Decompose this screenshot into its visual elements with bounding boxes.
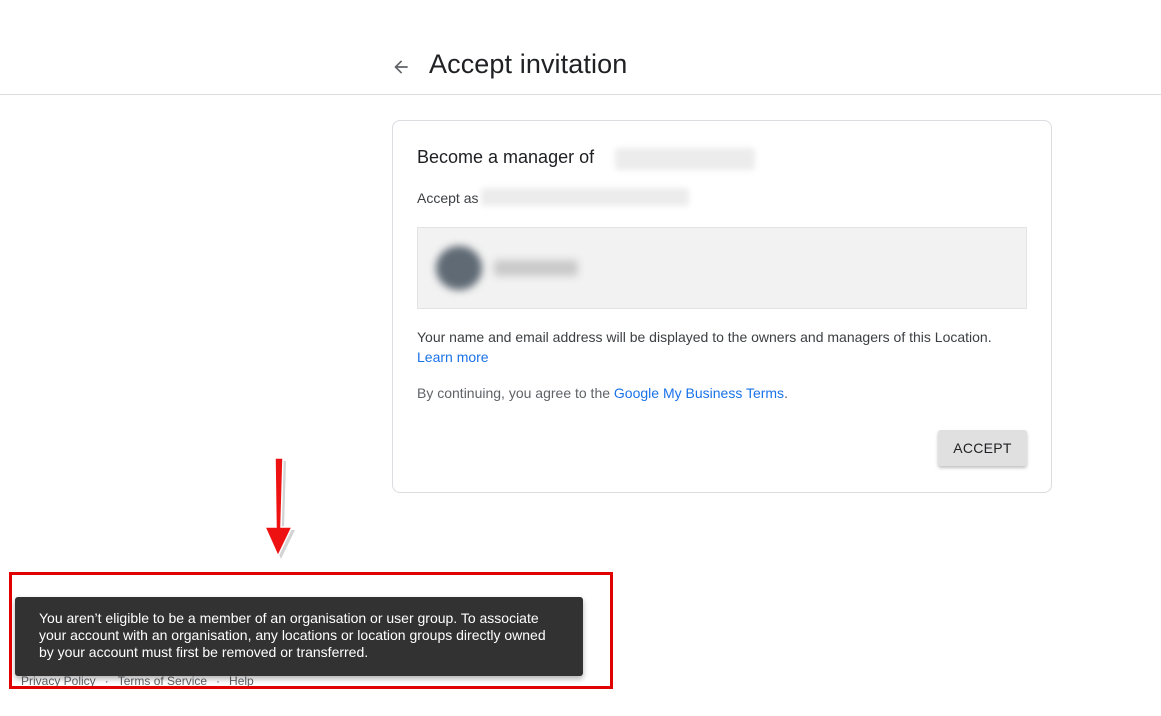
terms-suffix: . [784,385,788,401]
account-selector[interactable] [417,227,1027,309]
notice-text: Your name and email address will be disp… [417,329,992,345]
accept-as-label: Accept as [417,190,479,206]
annotation-highlight-box [9,572,613,689]
redacted-location-name [615,148,755,170]
page-header: Accept invitation [0,0,1161,95]
card-title: Become a manager of [417,147,595,167]
accept-button[interactable]: ACCEPT [938,430,1027,466]
arrow-left-icon [394,60,408,74]
page-title: Accept invitation [429,49,628,79]
back-button[interactable] [386,52,416,82]
red-down-arrow-icon [263,457,295,559]
terms-link[interactable]: Google My Business Terms [614,385,784,401]
avatar [436,246,482,290]
privacy-notice: Your name and email address will be disp… [417,327,1027,367]
redacted-account-name [494,260,578,276]
terms-prefix: By continuing, you agree to the [417,385,611,401]
invitation-card: Become a manager of Accept as Your name … [392,120,1052,493]
terms-notice: By continuing, you agree to the Google M… [417,385,788,401]
redacted-email [481,188,689,206]
learn-more-link[interactable]: Learn more [417,349,489,365]
